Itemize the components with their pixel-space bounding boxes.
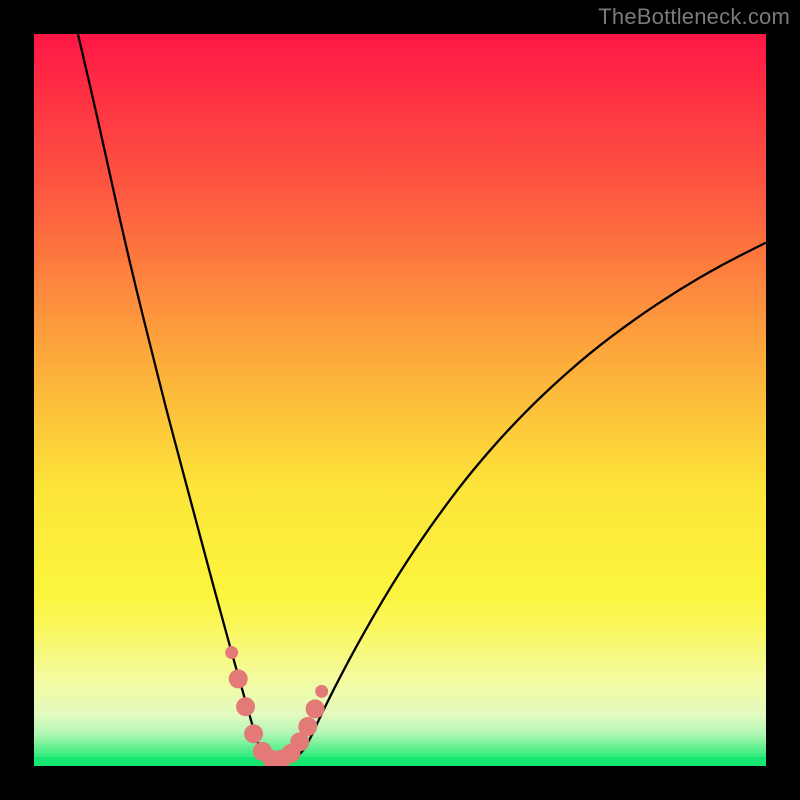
curve-markers: [34, 34, 766, 766]
chart-container: TheBottleneck.com: [0, 0, 800, 800]
watermark-text: TheBottleneck.com: [598, 4, 790, 30]
curve-marker-dot: [315, 685, 328, 698]
curve-marker-dot: [225, 646, 238, 659]
curve-marker-dot: [306, 699, 325, 718]
plot-area: [34, 34, 766, 766]
curve-marker-dot: [244, 724, 263, 743]
curve-marker-dot: [229, 669, 248, 688]
curve-marker-dot: [236, 697, 255, 716]
marker-group: [225, 646, 328, 766]
curve-marker-dot: [298, 717, 317, 736]
